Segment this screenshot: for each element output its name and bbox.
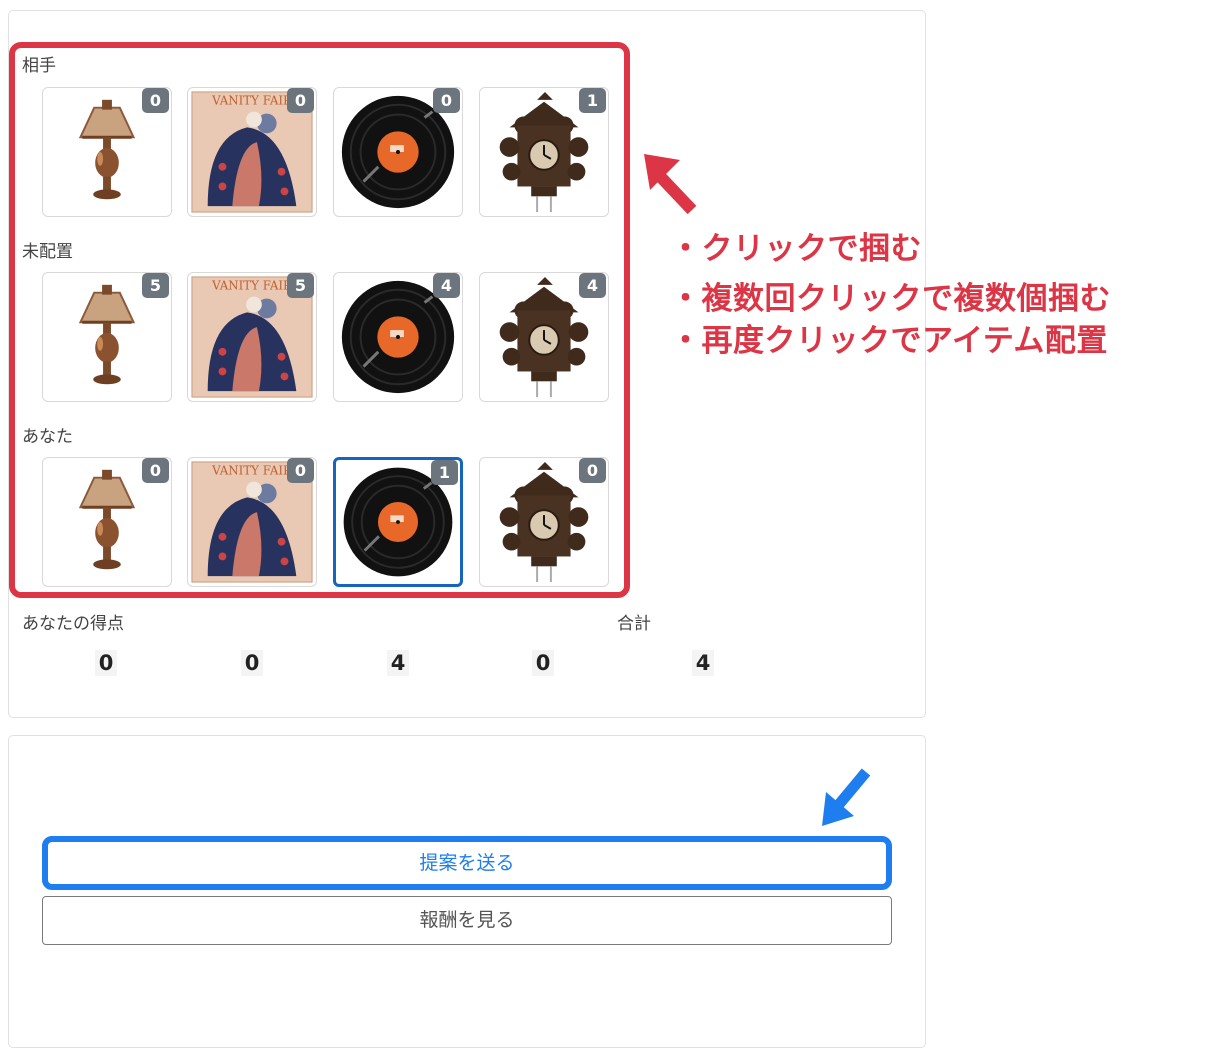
count-badge: 0: [579, 458, 606, 483]
action-panel: [8, 735, 926, 1048]
count-badge: 0: [287, 88, 314, 113]
row-label-you: あなた: [22, 427, 73, 447]
item-card-you-lamp[interactable]: 0: [42, 457, 172, 587]
count-badge: 1: [431, 460, 458, 485]
item-card-opponent-clock[interactable]: 1: [479, 87, 609, 217]
count-badge: 5: [142, 273, 169, 298]
item-card-unassigned-magazine[interactable]: VANITY FAIR 5: [187, 272, 317, 402]
row-label-opponent: 相手: [22, 56, 56, 76]
count-badge: 0: [142, 458, 169, 483]
score-lamp: 0: [95, 650, 117, 676]
item-card-unassigned-clock[interactable]: 4: [479, 272, 609, 402]
count-badge: 0: [287, 458, 314, 483]
item-card-you-clock[interactable]: 0: [479, 457, 609, 587]
count-badge: 0: [433, 88, 460, 113]
annotation-line-1: ・クリックで掴む: [670, 231, 922, 267]
item-card-opponent-record[interactable]: 0: [333, 87, 463, 217]
item-card-unassigned-record[interactable]: 4: [333, 272, 463, 402]
count-badge: 4: [433, 273, 460, 298]
item-card-opponent-magazine[interactable]: VANITY FAIR 0: [187, 87, 317, 217]
total-label: 合計: [617, 614, 651, 634]
annotation-line-2: ・複数回クリックで複数個掴む: [670, 281, 1111, 317]
count-badge: 0: [142, 88, 169, 113]
score-record: 4: [387, 650, 409, 676]
count-badge: 5: [287, 273, 314, 298]
magazine-title-text: VANITY FAIR: [211, 464, 293, 478]
item-card-you-magazine[interactable]: VANITY FAIR 0: [187, 457, 317, 587]
score-total: 4: [692, 650, 714, 676]
red-arrow-icon: [644, 154, 697, 215]
score-clock: 0: [532, 650, 554, 676]
count-badge: 4: [579, 273, 606, 298]
item-card-you-record[interactable]: 1: [333, 457, 463, 587]
row-label-unassigned: 未配置: [22, 242, 73, 262]
item-card-opponent-lamp[interactable]: 0: [42, 87, 172, 217]
item-card-unassigned-lamp[interactable]: 5: [42, 272, 172, 402]
score-label: あなたの得点: [22, 614, 124, 634]
score-magazine: 0: [241, 650, 263, 676]
magazine-title-text: VANITY FAIR: [211, 94, 293, 108]
annotation-line-3: ・再度クリックでアイテム配置: [670, 323, 1108, 359]
send-offer-button[interactable]: 提案を送る: [42, 836, 892, 890]
count-badge: 1: [579, 88, 606, 113]
view-reward-button[interactable]: 報酬を見る: [42, 896, 892, 945]
magazine-title-text: VANITY FAIR: [211, 279, 293, 293]
blue-arrow-icon: [822, 768, 871, 826]
